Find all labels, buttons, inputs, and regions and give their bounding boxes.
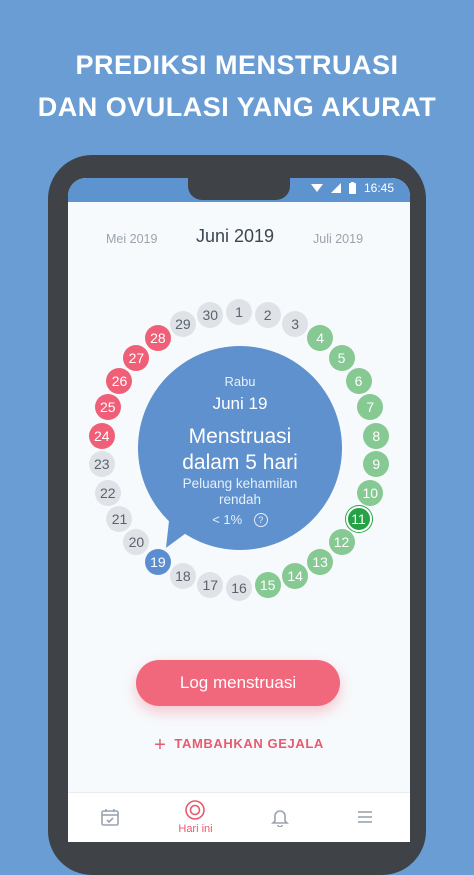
cycle-day[interactable]: 22 [94,479,121,506]
nav-today[interactable]: Hari ini [153,793,238,842]
bubble-subtitle-line-1: Peluang kehamilan [182,476,298,491]
cycle-day[interactable]: 26 [106,368,133,394]
cycle-day[interactable]: 14 [282,563,309,590]
bubble-weekday: Rabu [224,374,256,389]
cycle-day[interactable]: 12 [328,529,355,556]
help-icon[interactable]: ? [253,513,268,527]
cycle-day[interactable]: 19 [144,548,171,575]
cycle-day[interactable]: 16 [226,575,252,601]
cycle-day[interactable]: 6 [345,368,372,394]
cycle-day[interactable]: 1 [226,299,252,325]
cycle-day[interactable]: 21 [106,506,133,532]
cycle-day[interactable]: 29 [169,310,196,337]
cycle-day[interactable]: 27 [123,344,150,371]
add-symptom-button[interactable]: + TAMBAHKAN GEJALA [68,734,410,757]
cycle-day[interactable]: 5 [328,344,355,371]
bubble-date: Juni 19 [212,394,268,413]
bottom-navigation: Hari ini [68,792,410,842]
nav-today-label: Hari ini [178,823,213,835]
plus-icon: + [154,734,167,756]
cycle-day[interactable]: 2 [254,302,281,329]
nav-menu[interactable] [323,793,408,842]
log-period-button[interactable]: Log menstruasi [136,660,340,706]
headline-line-2: DAN OVULASI YANG AKURAT [37,92,437,122]
headline: PREDIKSI MENSTRUASI DAN OVULASI YANG AKU… [0,44,474,128]
cycle-day[interactable]: 23 [88,451,115,478]
cycle-day[interactable]: 15 [254,571,281,598]
cycle-day[interactable]: 7 [357,394,384,421]
bubble-title-line-2: dalam 5 hari [182,451,298,474]
bell-icon [271,810,289,827]
bubble-probability: < 1% [212,512,243,527]
menu-icon [358,811,372,823]
cycle-day[interactable]: 17 [197,571,224,598]
cycle-day[interactable]: 20 [123,529,150,556]
nav-notifications[interactable] [238,793,323,842]
cycle-day[interactable]: 28 [144,325,171,352]
cycle-day[interactable]: 3 [282,310,309,337]
cycle-day[interactable]: 25 [94,394,121,421]
bubble-title: Menstruasi dalam 5 hari [138,424,342,476]
cycle-day[interactable]: 4 [307,325,334,352]
cycle-day[interactable]: 8 [363,422,390,449]
bubble-probability-row: < 1% ? [138,512,342,527]
cycle-day[interactable]: 10 [357,479,384,506]
cycle-day[interactable]: 9 [363,451,390,478]
cycle-day[interactable]: 24 [88,422,115,449]
add-symptom-label: TAMBAHKAN GEJALA [174,736,324,751]
calendar-icon [101,809,119,826]
bubble-subtitle-line-2: rendah [218,492,262,507]
bubble-title-line-1: Menstruasi [188,425,292,448]
headline-line-1: PREDIKSI MENSTRUASI [75,50,399,80]
today-icon [185,800,205,820]
bubble-subtitle: Peluang kehamilan rendah [138,476,342,508]
cycle-day[interactable]: 18 [169,563,196,590]
app-screen: 16:45 Mei 2019 Juni 2019 Juli 2019 12345… [68,178,410,842]
cycle-day[interactable]: 11 [345,506,372,532]
cycle-day[interactable]: 30 [197,302,224,329]
cycle-day[interactable]: 13 [307,548,334,575]
nav-calendar[interactable] [68,793,153,842]
